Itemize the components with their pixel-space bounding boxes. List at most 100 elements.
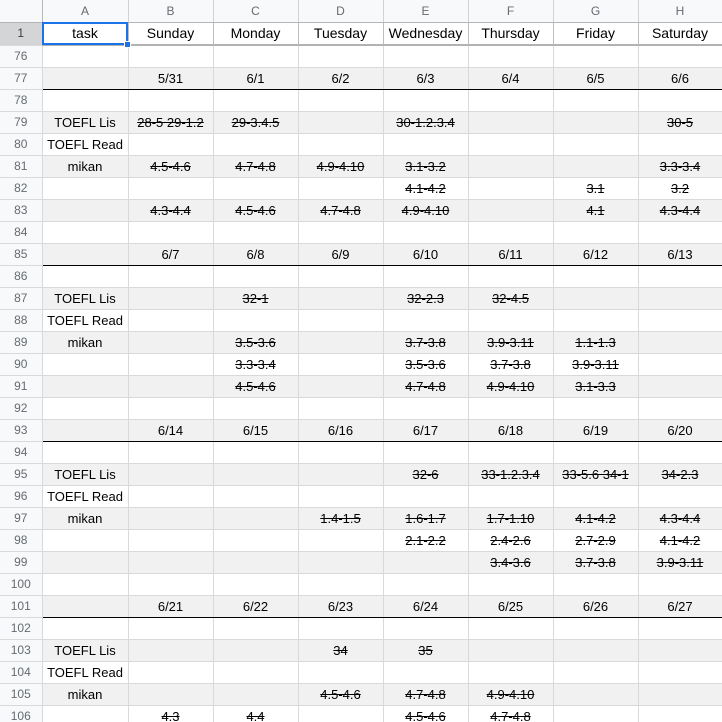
cell-E92[interactable] [383,397,469,420]
cell-G81[interactable] [553,155,639,178]
table-row[interactable]: 79 TOEFL Lis 28-5 29-1.2 29-3.4.5 30-1.2.3.4… [0,111,722,134]
cell-B84[interactable] [128,221,214,244]
cell-A104[interactable]: TOEFL Read [42,661,129,684]
cell-D79[interactable] [298,111,384,134]
cell-E103[interactable]: 35 [383,639,469,662]
cell-F76[interactable] [468,45,554,68]
cell-B79[interactable]: 28-5 29-1.2 [128,111,214,134]
cell-F106[interactable]: 4.7-4.8 [468,705,554,722]
cell-G95[interactable]: 33-5.6 34-1 [553,463,639,486]
cell-H104[interactable] [638,661,722,684]
cell-E93[interactable]: 6/17 [383,419,469,442]
cell-C99[interactable] [213,551,299,574]
cell-B96[interactable] [128,485,214,508]
cell-A87[interactable]: TOEFL Lis [42,287,129,310]
table-row[interactable]: 82 4.1-4.2 3.1 3.2 [0,177,722,200]
cell-B80[interactable] [128,133,214,156]
table-row[interactable]: 87 TOEFL Lis 32-1 32-2.3 32-4.5 [0,287,722,310]
cell-G104[interactable] [553,661,639,684]
spreadsheet-grid[interactable]: ABCDEFGH 1 task Sunday Monday Tuesday Wednesd… [0,0,722,722]
cell-F89[interactable]: 3.9-3.11 [468,331,554,354]
table-row[interactable]: 1 task Sunday Monday Tuesday Wednesday Thursda… [0,22,722,46]
cell-F84[interactable] [468,221,554,244]
cell-B76[interactable] [128,45,214,68]
table-row[interactable]: 85 6/7 6/8 6/9 6/10 6/11 6/12 6/13 [0,243,722,266]
cell-A77[interactable] [42,67,129,90]
cell-E94[interactable] [383,441,469,464]
cell-G79[interactable] [553,111,639,134]
cell-C98[interactable] [213,529,299,552]
cell-D106[interactable] [298,705,384,722]
cell-D100[interactable] [298,573,384,596]
cell-E76[interactable] [383,45,469,68]
table-row[interactable]: 90 3.3-3.4 3.5-3.6 3.7-3.8 3.9-3.11 [0,353,722,376]
cell-A94[interactable] [42,441,129,464]
cell-F93[interactable]: 6/18 [468,419,554,442]
cell-G83[interactable]: 4.1 [553,199,639,222]
cell-A83[interactable] [42,199,129,222]
cell-F85[interactable]: 6/11 [468,243,554,266]
cell-A85[interactable] [42,243,129,266]
cell-E79[interactable]: 30-1.2.3.4 [383,111,469,134]
row-header-103[interactable]: 103 [0,639,43,662]
cell-D80[interactable] [298,133,384,156]
cell-C87[interactable]: 32-1 [213,287,299,310]
cell-F96[interactable] [468,485,554,508]
cell-E91[interactable]: 4.7-4.8 [383,375,469,398]
table-row[interactable]: 84 [0,221,722,244]
cell-E104[interactable] [383,661,469,684]
row-header-86[interactable]: 86 [0,265,43,288]
cell-C89[interactable]: 3.5-3.6 [213,331,299,354]
cell-F98[interactable]: 2.4-2.6 [468,529,554,552]
cell-H83[interactable]: 4.3-4.4 [638,199,722,222]
selection-fill-handle[interactable] [124,41,131,48]
row-header-90[interactable]: 90 [0,353,43,376]
cell-C93[interactable]: 6/15 [213,419,299,442]
cell-G87[interactable] [553,287,639,310]
cell-H90[interactable] [638,353,722,376]
cell-H87[interactable] [638,287,722,310]
cell-A93[interactable] [42,419,129,442]
cell-C81[interactable]: 4.7-4.8 [213,155,299,178]
cell-F88[interactable] [468,309,554,332]
row-header-104[interactable]: 104 [0,661,43,684]
cell-D97[interactable]: 1.4-1.5 [298,507,384,530]
cell-H106[interactable] [638,705,722,722]
cell-A1[interactable]: task [42,22,129,46]
cell-A88[interactable]: TOEFL Read [42,309,129,332]
cell-B95[interactable] [128,463,214,486]
row-header-89[interactable]: 89 [0,331,43,354]
row-header-99[interactable]: 99 [0,551,43,574]
column-header-A[interactable]: A [42,0,129,23]
cell-B101[interactable]: 6/21 [128,595,214,618]
cell-H82[interactable]: 3.2 [638,177,722,200]
grid-corner[interactable] [0,0,43,23]
cell-F95[interactable]: 33-1.2.3.4 [468,463,554,486]
cell-C104[interactable] [213,661,299,684]
table-row[interactable]: 81 mikan 4.5-4.6 4.7-4.8 4.9-4.10 3.1-3.2 3.3-… [0,155,722,178]
cell-D96[interactable] [298,485,384,508]
row-header-101[interactable]: 101 [0,595,43,618]
cell-E87[interactable]: 32-2.3 [383,287,469,310]
cell-D99[interactable] [298,551,384,574]
cell-D94[interactable] [298,441,384,464]
cell-F101[interactable]: 6/25 [468,595,554,618]
cell-C94[interactable] [213,441,299,464]
cell-D86[interactable] [298,265,384,288]
cell-B105[interactable] [128,683,214,706]
cell-C88[interactable] [213,309,299,332]
cell-B92[interactable] [128,397,214,420]
cell-A102[interactable] [42,617,129,640]
cell-E105[interactable]: 4.7-4.8 [383,683,469,706]
column-header-D[interactable]: D [298,0,384,23]
cell-A101[interactable] [42,595,129,618]
cell-E98[interactable]: 2.1-2.2 [383,529,469,552]
column-header-H[interactable]: H [638,0,722,23]
cell-G76[interactable] [553,45,639,68]
cell-E102[interactable] [383,617,469,640]
row-header-85[interactable]: 85 [0,243,43,266]
cell-A84[interactable] [42,221,129,244]
cell-D76[interactable] [298,45,384,68]
cell-G90[interactable]: 3.9-3.11 [553,353,639,376]
cell-G102[interactable] [553,617,639,640]
